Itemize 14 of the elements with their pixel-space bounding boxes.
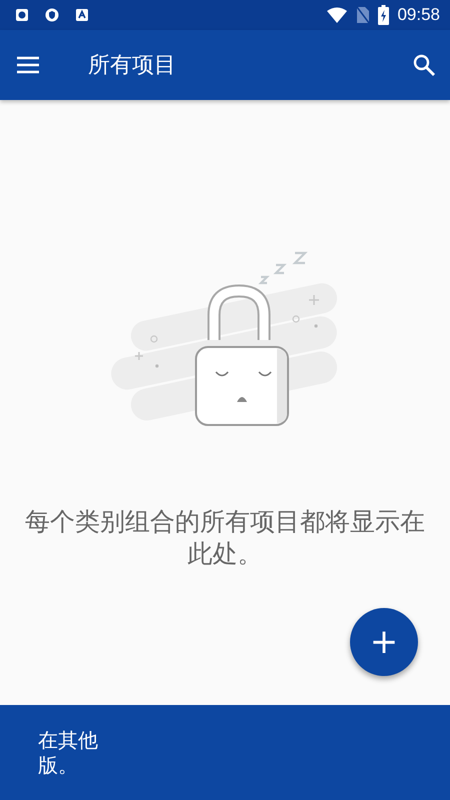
banner-text: 在其他 [38, 728, 98, 752]
page-title: 所有项目 [88, 52, 177, 80]
menu-icon [16, 55, 40, 75]
app-icon [75, 8, 89, 22]
battery-icon [378, 5, 390, 25]
banner-text: 版。 [38, 752, 78, 778]
shield-icon [45, 8, 59, 22]
search-icon [412, 53, 436, 77]
empty-state-message: 每个类别组合的所有项目都将显示在此处。 [24, 506, 426, 570]
add-button[interactable]: + [350, 608, 418, 676]
no-sim-icon [356, 6, 370, 24]
notification-icon [15, 8, 29, 22]
wifi-icon [326, 7, 348, 23]
clock: 09:58 [397, 5, 440, 25]
